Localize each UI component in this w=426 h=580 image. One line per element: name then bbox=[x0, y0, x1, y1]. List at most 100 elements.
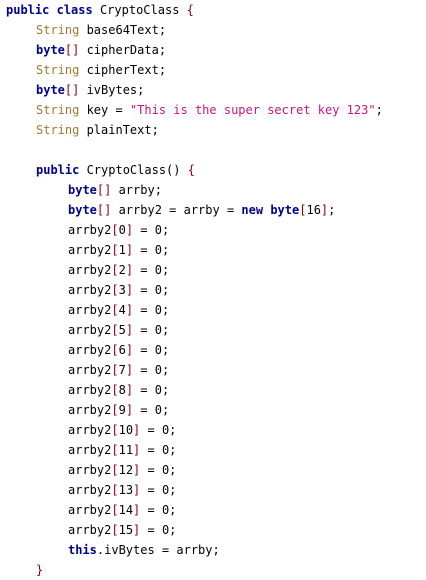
code-line: arrby2[11] = 0; bbox=[0, 440, 426, 460]
code-token-plain: 6 bbox=[118, 343, 126, 357]
code-token-punct: [ bbox=[111, 403, 119, 417]
code-token-plain: 9 bbox=[118, 403, 126, 417]
code-token-plain: = 0; bbox=[140, 523, 177, 537]
code-token-plain: = 0; bbox=[140, 483, 177, 497]
code-line: byte[] cipherData; bbox=[0, 40, 426, 60]
code-line: arrby2[13] = 0; bbox=[0, 480, 426, 500]
code-token-plain: 15 bbox=[118, 523, 134, 537]
code-token-punct: [] bbox=[96, 183, 112, 197]
code-line: arrby2[0] = 0; bbox=[0, 220, 426, 240]
code-line: arrby2[12] = 0; bbox=[0, 460, 426, 480]
code-line: String plainText; bbox=[0, 120, 426, 140]
code-token-plain: 3 bbox=[118, 283, 126, 297]
code-token-plain: arrby; bbox=[111, 183, 162, 197]
code-token-plain: 14 bbox=[118, 503, 134, 517]
code-token-plain: arrby2 bbox=[68, 443, 112, 457]
code-token-punct: } bbox=[36, 563, 44, 577]
code-token-punct: [ bbox=[111, 263, 119, 277]
code-token-punct: [ bbox=[111, 243, 119, 257]
code-token-plain: arrby2 bbox=[68, 323, 112, 337]
code-token-punct: [ bbox=[111, 363, 119, 377]
code-token-plain: 4 bbox=[118, 303, 126, 317]
code-token-plain: 11 bbox=[118, 443, 134, 457]
code-token-plain: CryptoClass() bbox=[79, 163, 188, 177]
code-token-plain: = 0; bbox=[133, 383, 170, 397]
code-line: byte[] arrby2 = arrby = new byte[16]; bbox=[0, 200, 426, 220]
code-line: } bbox=[0, 560, 426, 580]
code-token-plain: arrby2 bbox=[68, 243, 112, 257]
code-line: arrby2[6] = 0; bbox=[0, 340, 426, 360]
code-token-kwtype: byte bbox=[36, 83, 65, 97]
code-token-punct: ] bbox=[125, 223, 134, 237]
code-token-punct: ] bbox=[125, 383, 134, 397]
code-token-plain: plainText; bbox=[79, 123, 159, 137]
code-line: byte[] ivBytes; bbox=[0, 80, 426, 100]
code-token-punct: [ bbox=[111, 523, 119, 537]
code-line: arrby2[14] = 0; bbox=[0, 500, 426, 520]
code-token-punct: ] bbox=[125, 283, 134, 297]
code-token-plain: 5 bbox=[118, 323, 126, 337]
code-token-punct: ] bbox=[125, 363, 134, 377]
code-token-kwtype: byte bbox=[68, 183, 97, 197]
code-token-plain: = 0; bbox=[133, 303, 170, 317]
code-token-punct: ] bbox=[125, 323, 134, 337]
code-token-kw: class bbox=[56, 3, 93, 17]
code-token-plain: arrby2 bbox=[68, 343, 112, 357]
code-token-plain: arrby2 bbox=[68, 383, 112, 397]
code-token-punct: [ bbox=[111, 323, 119, 337]
code-line: arrby2[7] = 0; bbox=[0, 360, 426, 380]
code-token-punct: [ bbox=[111, 503, 119, 517]
code-token-punct: [ bbox=[111, 283, 119, 297]
code-line: arrby2[5] = 0; bbox=[0, 320, 426, 340]
code-token-plain: arrby2 bbox=[68, 523, 112, 537]
code-line: this.ivBytes = arrby; bbox=[0, 540, 426, 560]
code-token-kw: public bbox=[6, 3, 50, 17]
code-token-kw: public bbox=[36, 163, 80, 177]
code-token-plain: 2 bbox=[118, 263, 126, 277]
code-line: public class CryptoClass { bbox=[0, 0, 426, 20]
code-token-kw: new bbox=[241, 203, 264, 217]
code-token-plain: 10 bbox=[118, 423, 134, 437]
code-token-punct: [ bbox=[111, 423, 119, 437]
code-token-kwtype: byte bbox=[270, 203, 300, 217]
code-token-plain: arrby2 bbox=[68, 503, 112, 517]
code-token-plain: CryptoClass bbox=[92, 3, 187, 17]
code-token-plain: 12 bbox=[118, 463, 134, 477]
code-token-plain: arrby2 bbox=[68, 263, 112, 277]
code-token-punct: ] bbox=[125, 403, 134, 417]
code-token-punct: [] bbox=[64, 83, 80, 97]
code-token-plain: = 0; bbox=[133, 403, 170, 417]
code-token-plain: key = bbox=[79, 103, 130, 117]
code-token-kwtype: byte bbox=[36, 43, 65, 57]
code-line: byte[] arrby; bbox=[0, 180, 426, 200]
code-line: arrby2[2] = 0; bbox=[0, 260, 426, 280]
code-token-type: String bbox=[36, 23, 80, 37]
code-line: arrby2[10] = 0; bbox=[0, 420, 426, 440]
code-token-punct: ] bbox=[125, 263, 134, 277]
code-token-plain: 1 bbox=[118, 243, 126, 257]
code-token-plain: = 0; bbox=[140, 463, 177, 477]
code-token-punct: [ bbox=[111, 303, 119, 317]
code-token-plain: ; bbox=[328, 203, 336, 217]
code-token-plain: = 0; bbox=[133, 323, 170, 337]
code-token-plain: 7 bbox=[118, 363, 126, 377]
code-token-plain: arrby2 bbox=[68, 303, 112, 317]
code-token-punct: { bbox=[187, 163, 195, 177]
code-token-plain: arrby2 bbox=[68, 363, 112, 377]
code-token-kwtype: byte bbox=[68, 203, 97, 217]
code-token-punct: [ bbox=[111, 343, 119, 357]
code-token-type: String bbox=[36, 123, 80, 137]
code-line: arrby2[8] = 0; bbox=[0, 380, 426, 400]
code-token-punct: ] bbox=[125, 303, 134, 317]
code-token-punct: [] bbox=[96, 203, 112, 217]
code-token-plain: = 0; bbox=[133, 243, 170, 257]
code-line: arrby2[3] = 0; bbox=[0, 280, 426, 300]
code-token-plain: base64Text; bbox=[79, 23, 167, 37]
code-token-plain: = 0; bbox=[133, 263, 170, 277]
code-token-type: String bbox=[36, 103, 80, 117]
code-line: arrby2[4] = 0; bbox=[0, 300, 426, 320]
code-line: String base64Text; bbox=[0, 20, 426, 40]
code-token-punct: [ bbox=[111, 443, 119, 457]
